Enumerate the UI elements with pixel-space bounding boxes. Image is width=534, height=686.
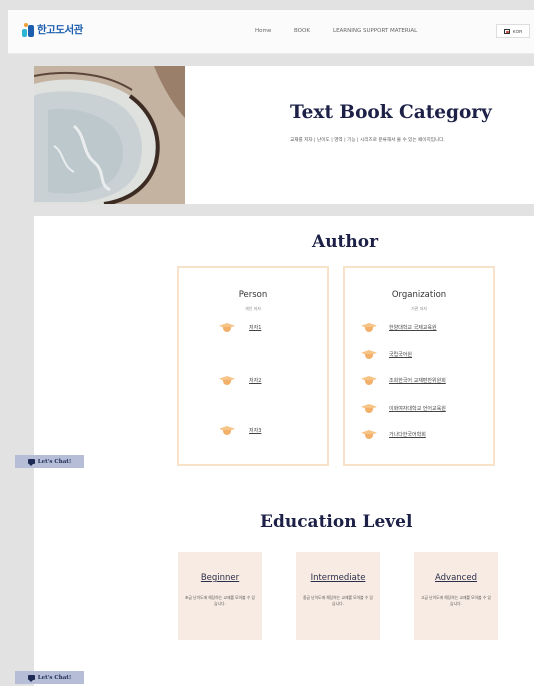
organization-item-label[interactable]: 조희한국어 교재편찬위원회 [389, 377, 446, 384]
level-title[interactable]: Advanced [414, 573, 498, 583]
graduation-cap-icon [361, 376, 377, 385]
graduation-cap-icon [361, 350, 377, 359]
chat-bubble-icon [27, 675, 35, 682]
person-item[interactable]: 저자1 [219, 323, 261, 332]
graduation-cap-icon [219, 323, 235, 332]
graduation-cap-icon [219, 376, 235, 385]
site-header: 한고도서관 Home BOOK LEARNING SUPPORT MATERIA… [8, 10, 534, 54]
hero-image [34, 66, 185, 204]
main-content: Author Person 개인 저자 저자1 저자2 저자3 Organiza… [34, 216, 534, 686]
level-description: 중급 난이도에 해당하는 교재를 모아볼 수 있습니다. [302, 595, 374, 606]
person-item-label[interactable]: 저자3 [249, 427, 261, 434]
page: 한고도서관 Home BOOK LEARNING SUPPORT MATERIA… [0, 0, 534, 686]
graduation-cap-icon [361, 323, 377, 332]
level-card-intermediate[interactable]: Intermediate 중급 난이도에 해당하는 교재를 모아볼 수 있습니다… [296, 552, 380, 640]
hero-section: Text Book Category 교재를 저자 | 난이도 | 영역 | 기… [34, 66, 534, 204]
logo-text: 한고도서관 [37, 24, 83, 36]
language-label: KOR [512, 28, 523, 34]
graduation-cap-icon [361, 430, 377, 439]
chat-button[interactable]: Let's Chat! [15, 455, 84, 468]
organization-title: Organization [391, 290, 447, 300]
organization-item[interactable]: 조희한국어 교재편찬위원회 [361, 376, 446, 385]
person-item[interactable]: 저자2 [219, 376, 261, 385]
level-title[interactable]: Beginner [178, 573, 262, 583]
organization-item[interactable]: 한양대학교 국제교육원 [361, 323, 437, 332]
person-subtitle: 개인 저자 [245, 306, 261, 311]
person-item[interactable]: 저자3 [219, 426, 261, 435]
organization-item-label[interactable]: 가나다한국어학회 [389, 431, 426, 438]
level-title[interactable]: Intermediate [296, 573, 380, 583]
person-item-label[interactable]: 저자2 [249, 377, 261, 384]
language-selector[interactable]: KOR [496, 24, 530, 38]
organization-author-box: Organization 기관 저자 한양대학교 국제교육원 국립국어원 조희한… [343, 266, 495, 466]
chat-button-label: Let's Chat! [37, 674, 72, 681]
chat-bubble-icon [27, 459, 35, 466]
nav-learning-support-material[interactable]: LEARNING SUPPORT MATERIAL [333, 28, 417, 34]
logo-mark-icon [22, 22, 34, 37]
organization-item[interactable]: 이화여자대학교 언어교육원 [361, 404, 446, 413]
nav-home[interactable]: Home [255, 28, 271, 34]
level-card-beginner[interactable]: Beginner 초급 난이도에 해당하는 교재를 모아볼 수 있습니다. [178, 552, 262, 640]
korea-flag-icon [503, 28, 510, 34]
graduation-cap-icon [361, 404, 377, 413]
person-author-box: Person 개인 저자 저자1 저자2 저자3 [177, 266, 329, 466]
level-description: 고급 난이도에 해당하는 교재를 모아볼 수 있습니다. [420, 595, 492, 606]
organization-item-label[interactable]: 한양대학교 국제교육원 [389, 324, 437, 331]
page-subtitle: 교재를 저자 | 난이도 | 영역 | 기능 | 시리즈로 분류해서 볼 수 있… [290, 138, 445, 143]
level-description: 초급 난이도에 해당하는 교재를 모아볼 수 있습니다. [184, 595, 256, 606]
chat-button[interactable]: Let's Chat! [15, 671, 84, 684]
graduation-cap-icon [219, 426, 235, 435]
site-logo[interactable]: 한고도서관 [22, 22, 83, 37]
chat-button-label: Let's Chat! [37, 458, 72, 465]
education-section-title: Education Level [260, 512, 413, 532]
person-title: Person [238, 290, 268, 300]
author-section-title: Author [312, 232, 379, 252]
level-card-advanced[interactable]: Advanced 고급 난이도에 해당하는 교재를 모아볼 수 있습니다. [414, 552, 498, 640]
organization-subtitle: 기관 저자 [411, 306, 427, 311]
page-title: Text Book Category [290, 102, 492, 123]
organization-item[interactable]: 가나다한국어학회 [361, 430, 426, 439]
organization-item-label[interactable]: 이화여자대학교 언어교육원 [389, 405, 446, 412]
organization-item-label[interactable]: 국립국어원 [389, 351, 412, 358]
nav-book[interactable]: BOOK [294, 28, 310, 34]
person-item-label[interactable]: 저자1 [249, 324, 261, 331]
organization-item[interactable]: 국립국어원 [361, 350, 412, 359]
